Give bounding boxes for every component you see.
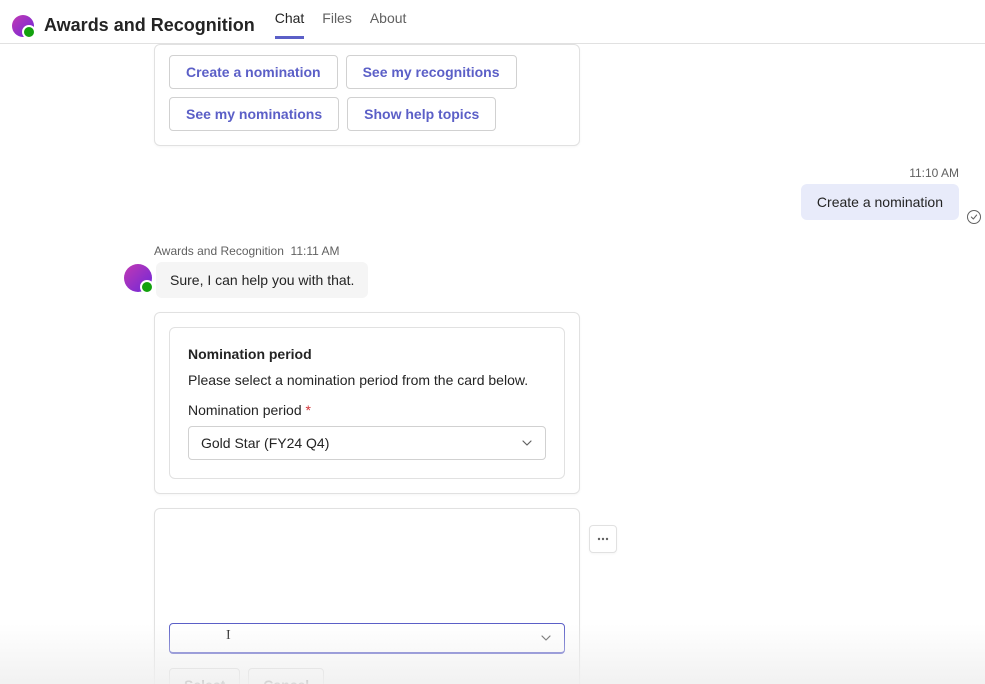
checkmark-circle-icon — [970, 213, 978, 221]
header-tabs: Chat Files About — [275, 8, 407, 43]
card-more-button[interactable] — [589, 525, 617, 553]
see-recognitions-button[interactable]: See my recognitions — [346, 55, 517, 89]
nomination-card-description: Please select a nomination period from t… — [188, 372, 546, 388]
required-mark: * — [306, 402, 311, 418]
nomination-period-card: Nomination period Please select a nomina… — [154, 312, 580, 494]
nomination-card-title: Nomination period — [188, 346, 546, 362]
user-message-time: 11:10 AM — [909, 166, 959, 180]
text-cursor-icon: I — [226, 628, 231, 644]
user-message-bubble: Create a nomination — [801, 184, 959, 220]
show-help-button[interactable]: Show help topics — [347, 97, 496, 131]
sent-status-icon — [967, 210, 981, 224]
nomination-selected-value: Gold Star (FY24 Q4) — [201, 435, 329, 451]
app-header: Awards and Recognition Chat Files About — [0, 0, 985, 44]
app-title: Awards and Recognition — [44, 15, 255, 36]
bot-reply-bubble: Sure, I can help you with that. — [156, 262, 368, 298]
tab-chat[interactable]: Chat — [275, 10, 305, 39]
tab-files[interactable]: Files — [322, 10, 352, 39]
more-horizontal-icon — [596, 532, 610, 546]
tab-about[interactable]: About — [370, 10, 407, 39]
user-message-text: Create a nomination — [817, 194, 943, 210]
chevron-down-icon — [540, 632, 552, 644]
chat-area: Create a nomination See my recognitions … — [0, 44, 985, 684]
chevron-down-icon — [521, 437, 533, 449]
select-button[interactable]: Select — [169, 668, 240, 684]
bot-reply-text: Sure, I can help you with that. — [170, 272, 354, 288]
bot-message-row: Sure, I can help you with that. — [124, 262, 985, 298]
see-nominations-button[interactable]: See my nominations — [169, 97, 339, 131]
bot-avatar — [124, 264, 152, 292]
field-label-text: Nomination period — [188, 402, 302, 418]
quick-actions-card: Create a nomination See my recognitions … — [154, 44, 580, 146]
nomination-field-label: Nomination period * — [188, 402, 546, 418]
user-message-row: 11:10 AM Create a nomination — [0, 166, 959, 220]
bot-name: Awards and Recognition — [154, 244, 284, 258]
bot-message-time: 11:11 AM — [291, 244, 340, 258]
award-select-card: I Select Cancel — [154, 508, 580, 684]
app-avatar — [12, 15, 34, 37]
award-search-input[interactable]: I — [169, 623, 565, 654]
cancel-button[interactable]: Cancel — [248, 668, 324, 684]
nomination-period-select[interactable]: Gold Star (FY24 Q4) — [188, 426, 546, 460]
create-nomination-button[interactable]: Create a nomination — [169, 55, 338, 89]
bot-message-meta: Awards and Recognition 11:11 AM — [154, 244, 985, 258]
